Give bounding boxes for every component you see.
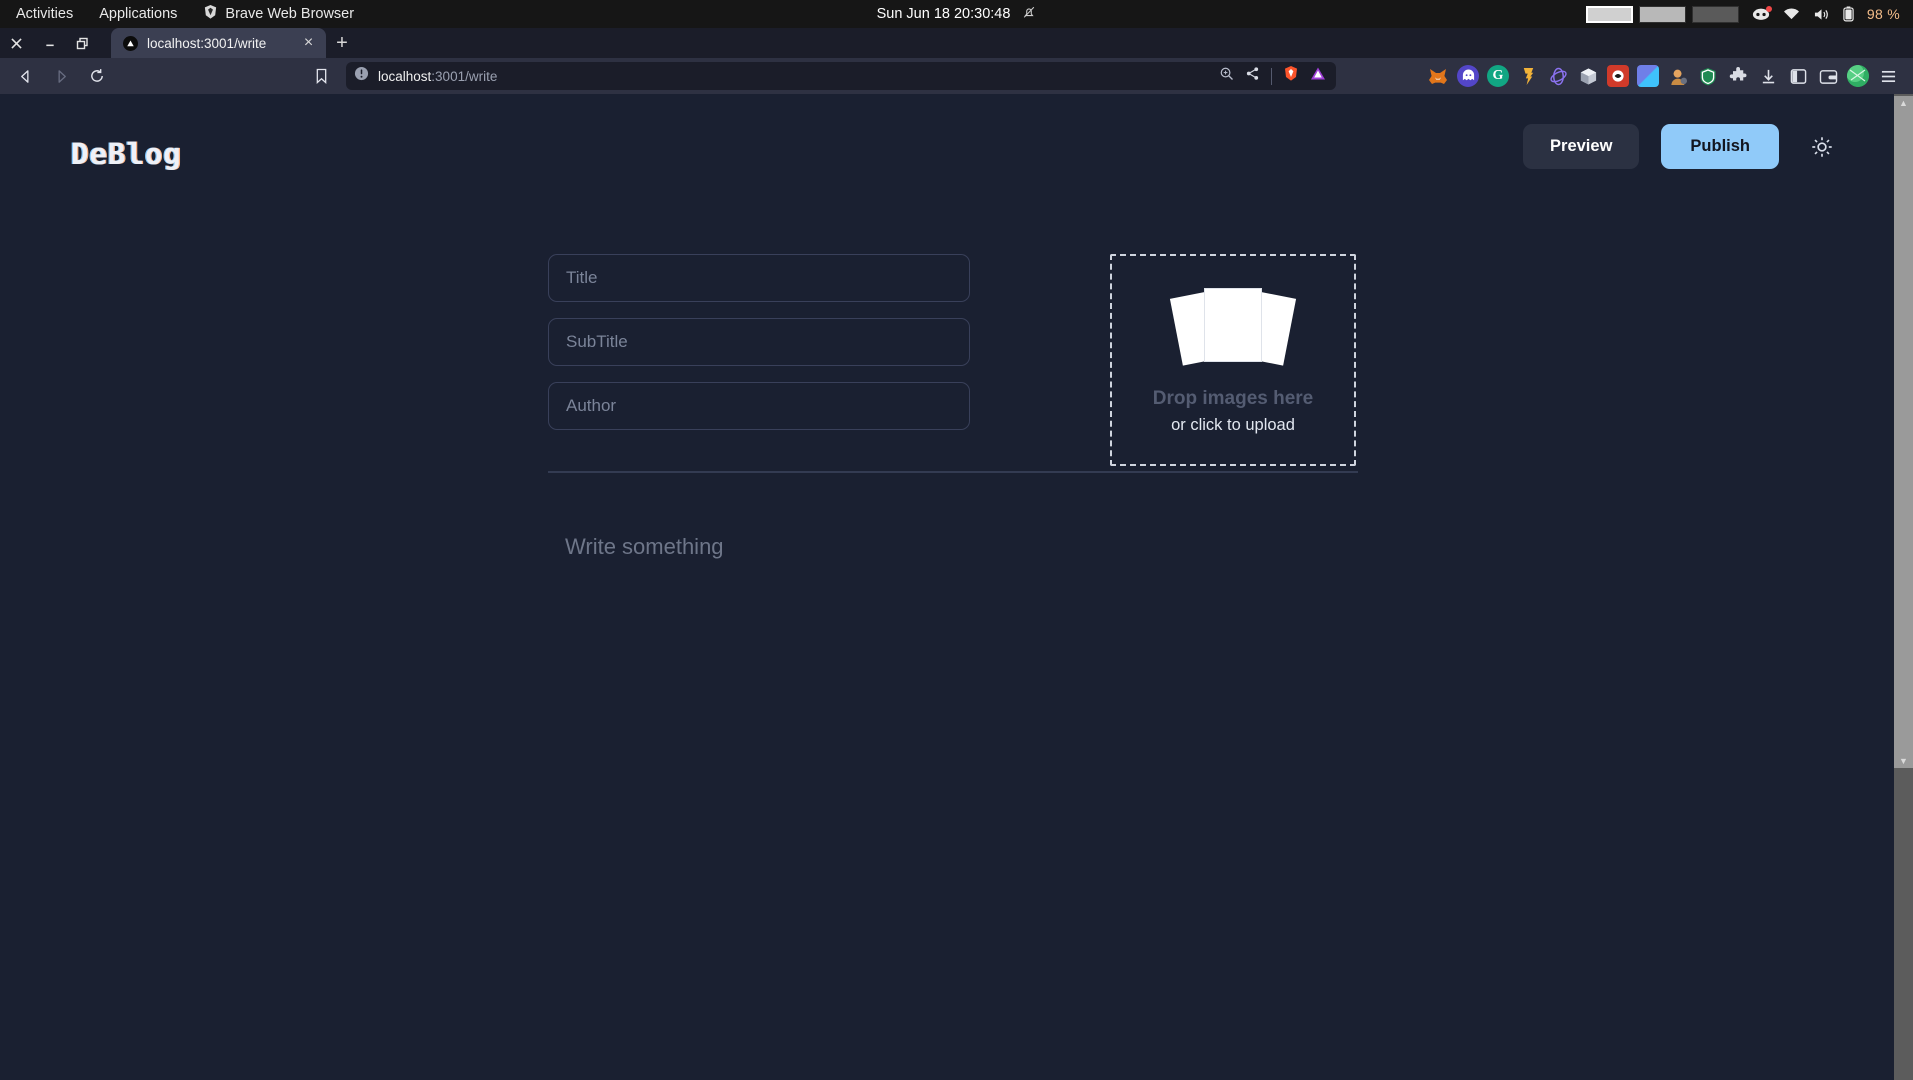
workspace-2[interactable]: [1638, 5, 1686, 23]
restore-window-button[interactable]: [66, 28, 99, 58]
app-logo[interactable]: DeBlog: [71, 137, 182, 171]
content-divider: [548, 471, 1358, 473]
subtitle-input[interactable]: SubTitle: [548, 318, 970, 366]
image-dropzone[interactable]: Drop images here or click to upload: [1110, 254, 1356, 466]
post-fields: Title SubTitle Author: [548, 254, 970, 430]
discord-icon[interactable]: [1752, 6, 1772, 21]
profile-avatar-icon[interactable]: [1847, 65, 1869, 87]
workspace-switcher[interactable]: [1585, 5, 1739, 23]
bell-muted-icon: [1022, 5, 1036, 23]
address-bar[interactable]: localhost:3001/write: [346, 62, 1336, 90]
sidebar-toggle-icon[interactable]: [1787, 65, 1809, 87]
brave-shields-icon[interactable]: [1283, 65, 1299, 87]
toolbar-divider: [1271, 67, 1272, 85]
volume-icon[interactable]: [1813, 7, 1830, 22]
active-app-label: Brave Web Browser: [225, 6, 355, 22]
title-input[interactable]: Title: [548, 254, 970, 302]
brave-lion-icon: [203, 4, 218, 24]
scroll-up-arrow-icon[interactable]: ▲: [1894, 96, 1913, 110]
metamask-extension-icon[interactable]: [1427, 65, 1449, 87]
minimize-window-button[interactable]: [33, 28, 66, 58]
phantom-wallet-extension-icon[interactable]: [1457, 65, 1479, 87]
brave-wallet-icon[interactable]: [1817, 65, 1839, 87]
workspace-1[interactable]: [1585, 5, 1633, 23]
browser-toolbar: localhost:3001/write G: [0, 58, 1913, 94]
cube-extension-icon[interactable]: [1577, 65, 1599, 87]
activities-label: Activities: [16, 6, 74, 22]
shield-extension-icon[interactable]: [1697, 65, 1719, 87]
body-editor-placeholder: Write something: [565, 534, 724, 559]
back-arrow-icon[interactable]: [8, 61, 42, 91]
brave-rewards-icon[interactable]: [1310, 66, 1326, 86]
author-input[interactable]: Author: [548, 382, 970, 430]
body-editor[interactable]: Write something: [565, 534, 724, 560]
reload-icon[interactable]: [80, 61, 114, 91]
clock-label: Sun Jun 18 20:30:48: [876, 6, 1011, 22]
zoom-magnifier-icon[interactable]: [1219, 66, 1234, 86]
activities-button[interactable]: Activities: [0, 0, 86, 28]
close-tab-button[interactable]: ×: [300, 34, 317, 52]
blue-tile-extension-icon[interactable]: [1637, 65, 1659, 87]
battery-icon[interactable]: [1843, 6, 1854, 22]
app-header: DeBlog Preview Publish: [0, 94, 1894, 209]
workspace-3[interactable]: [1691, 5, 1739, 23]
url-path: :3001/write: [431, 68, 498, 84]
active-app-indicator[interactable]: Brave Web Browser: [190, 0, 367, 28]
extensions-bar: G: [1427, 65, 1905, 87]
grammarly-extension-icon[interactable]: G: [1487, 65, 1509, 87]
address-bar-url: localhost:3001/write: [378, 69, 497, 84]
preview-button[interactable]: Preview: [1523, 124, 1640, 169]
new-tab-button[interactable]: +: [326, 28, 358, 58]
post-metadata-row: Title SubTitle Author Drop images here o…: [548, 254, 1358, 466]
dropzone-title: Drop images here: [1152, 387, 1314, 409]
scroll-down-arrow-icon[interactable]: ▼: [1894, 754, 1913, 768]
sun-icon[interactable]: [1807, 132, 1837, 162]
author-input-placeholder: Author: [566, 396, 617, 415]
browser-tab-title: localhost:3001/write: [147, 35, 267, 51]
extensions-puzzle-icon[interactable]: [1727, 65, 1749, 87]
rabby-wallet-extension-icon[interactable]: [1547, 65, 1569, 87]
browser-menu-icon[interactable]: [1877, 65, 1899, 87]
discord-badge: [1765, 6, 1772, 12]
info-circle-icon[interactable]: [354, 66, 369, 86]
close-window-button[interactable]: [0, 28, 33, 58]
wifi-icon[interactable]: [1783, 7, 1800, 21]
browser-tab-strip: localhost:3001/write × +: [0, 28, 1913, 58]
post-editor: Title SubTitle Author Drop images here o…: [548, 254, 1358, 466]
applications-label: Applications: [99, 6, 178, 22]
share-icon[interactable]: [1245, 66, 1260, 86]
publish-button[interactable]: Publish: [1661, 124, 1779, 169]
page-scrollbar[interactable]: ▲ ▼: [1894, 94, 1913, 1080]
keplr-wallet-extension-icon[interactable]: [1517, 65, 1539, 87]
dropzone-subtitle: or click to upload: [1171, 415, 1295, 434]
header-actions: Preview Publish: [1523, 124, 1837, 169]
url-host: localhost: [378, 68, 432, 84]
title-input-placeholder: Title: [566, 268, 598, 287]
photo-stack-icon: [1169, 286, 1297, 366]
battery-percentage: 98 %: [1866, 6, 1900, 22]
browser-tab[interactable]: localhost:3001/write ×: [111, 28, 326, 58]
forward-arrow-icon[interactable]: [44, 61, 78, 91]
page-content: DeBlog Preview Publish Title SubTitle Au…: [0, 94, 1894, 1080]
gnome-system-tray[interactable]: 98 %: [1585, 0, 1913, 28]
avatar-extension-icon[interactable]: [1667, 65, 1689, 87]
applications-button[interactable]: Applications: [86, 0, 190, 28]
nextjs-triangle-icon: [123, 35, 138, 51]
gnome-top-bar: Activities Applications Brave Web Browse…: [0, 0, 1913, 28]
subtitle-input-placeholder: SubTitle: [566, 332, 628, 351]
bookmark-icon[interactable]: [304, 61, 338, 91]
photo-card-center: [1204, 287, 1262, 362]
red-badge-extension-icon[interactable]: [1607, 65, 1629, 87]
downloads-icon[interactable]: [1757, 65, 1779, 87]
scrollbar-thumb[interactable]: ▲ ▼: [1894, 96, 1913, 768]
